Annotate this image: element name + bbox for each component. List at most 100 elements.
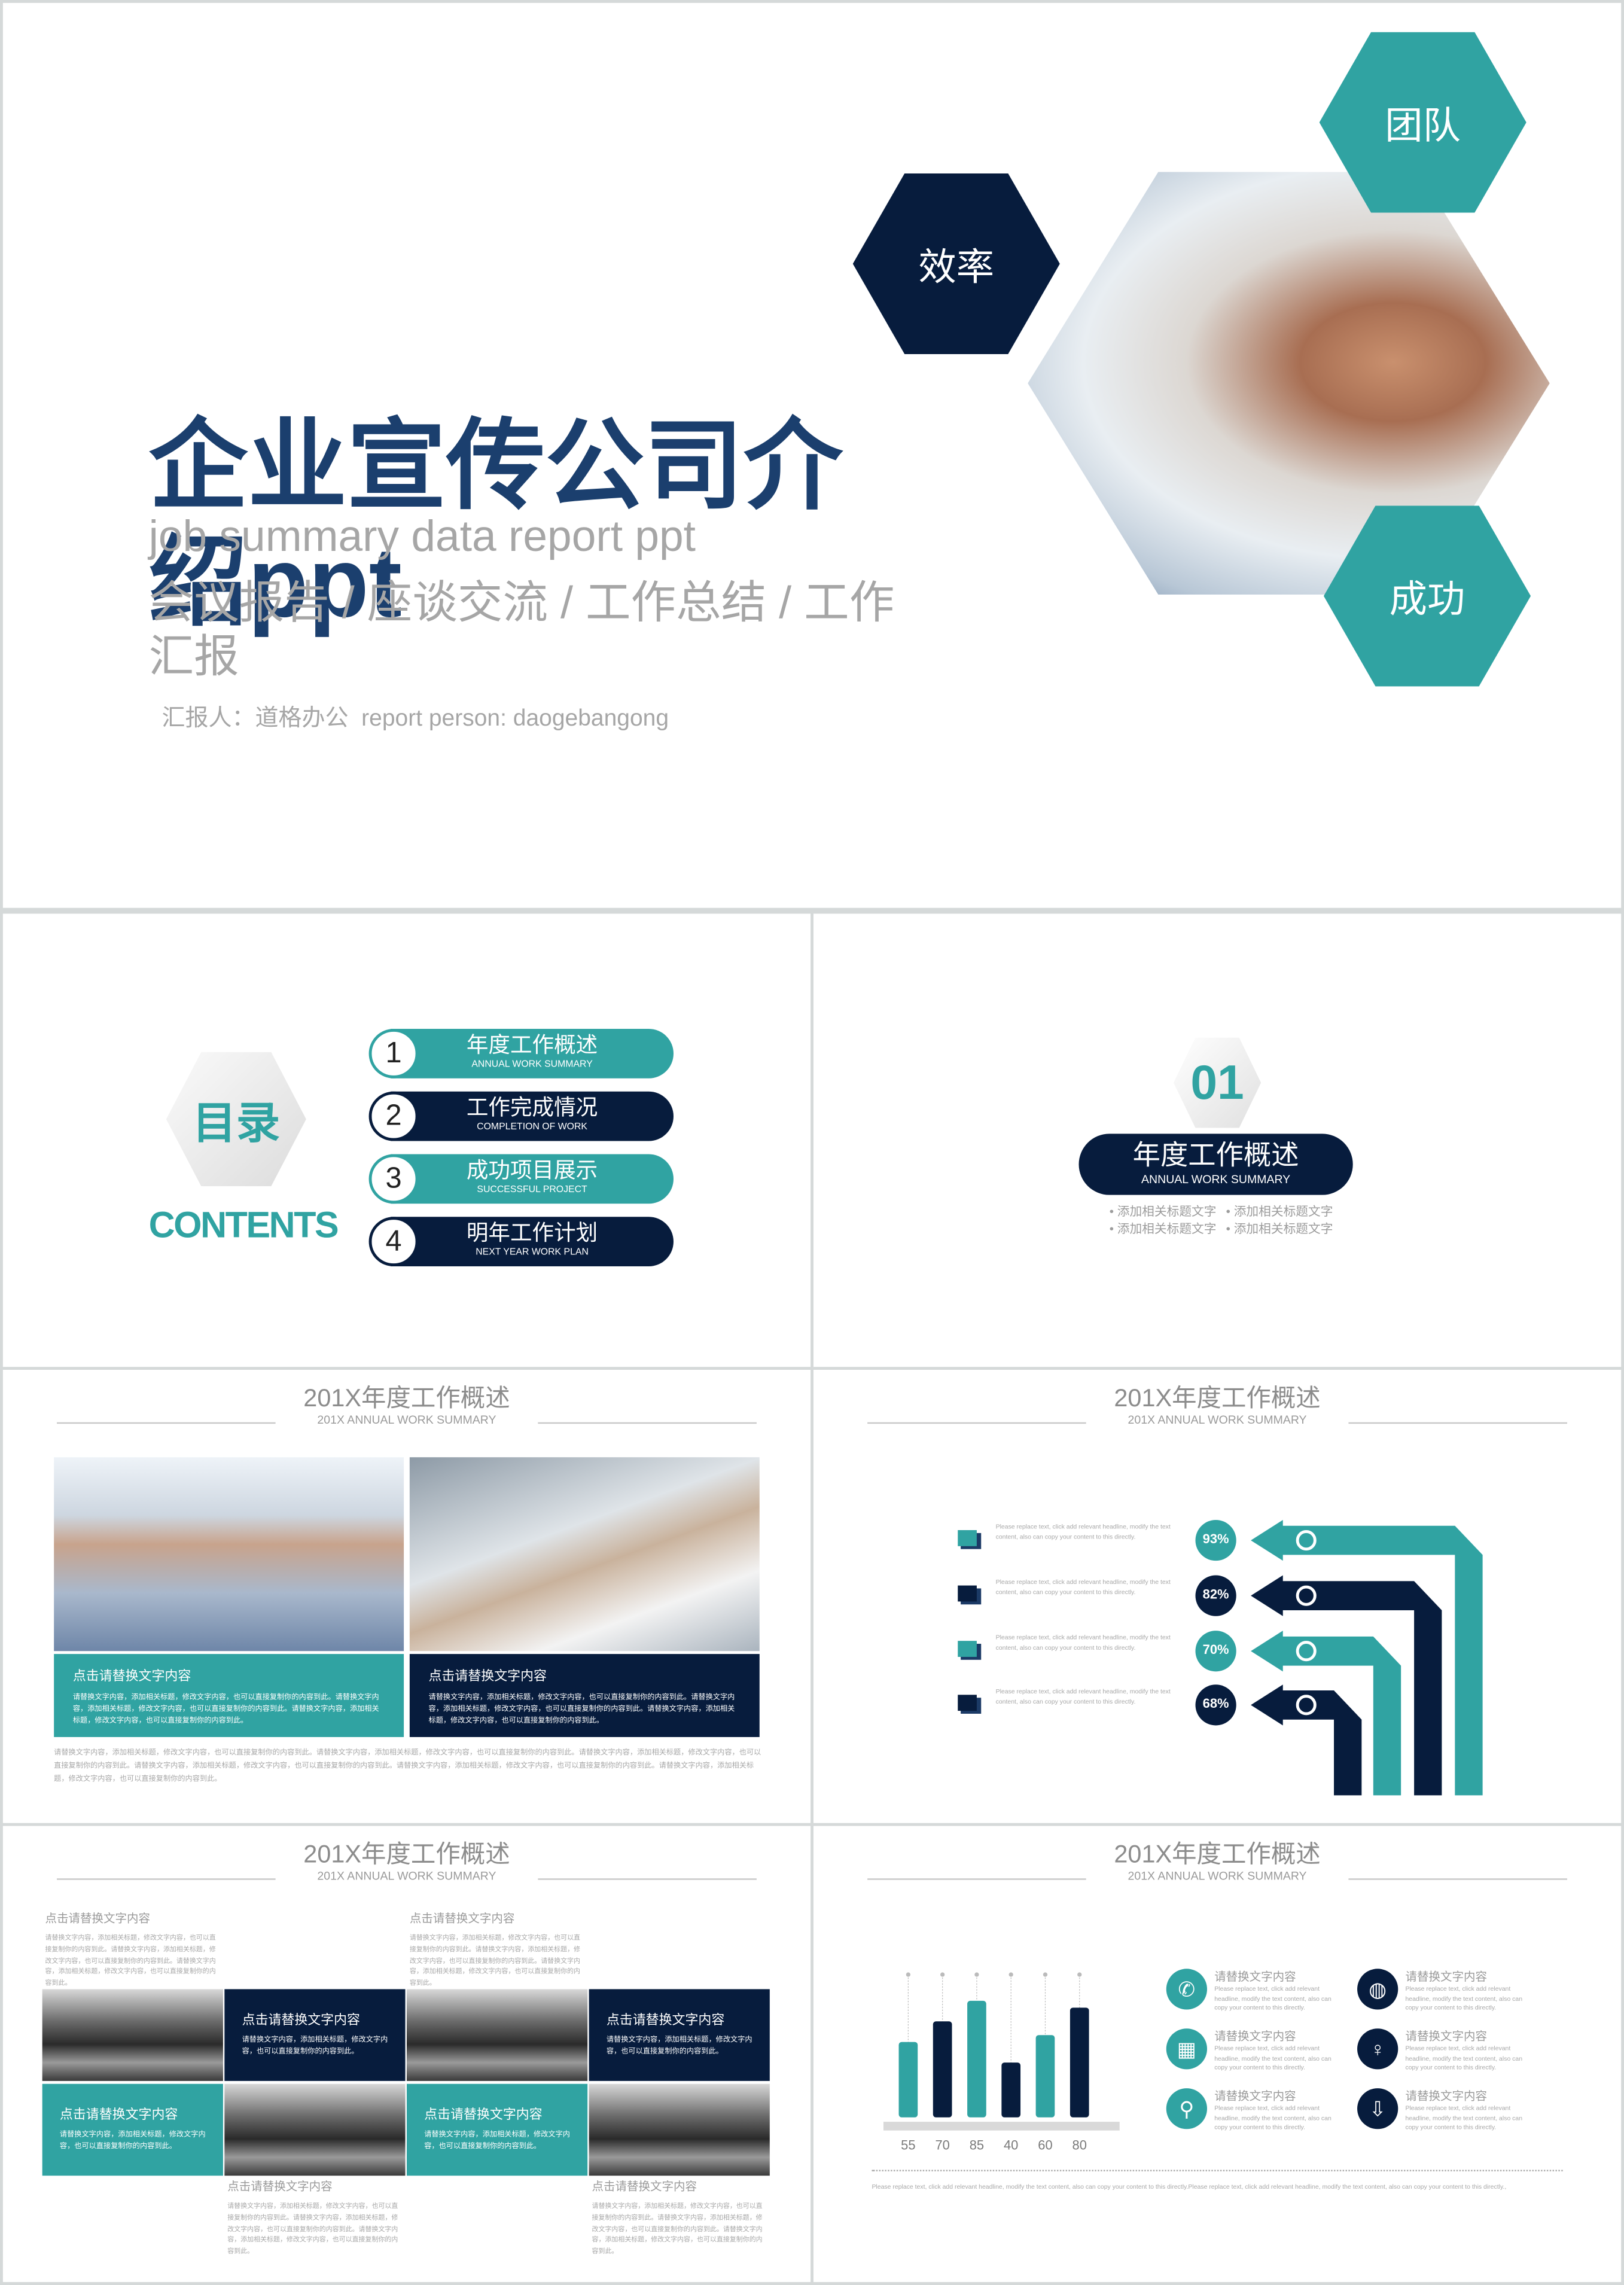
chart-slide[interactable]: 201X年度工作概述 201X ANNUAL WORK SUMMARY 55 70… [813,1826,1622,2283]
text-block: 点击请替换文字内容请替换文字内容，添加相关标题，修改文字内容，也可以直接复制你的… [227,2179,400,2257]
feature-title: 请替换文字内容 [1405,2089,1487,2103]
bar-guide-dot [1077,1972,1082,1977]
text-cell-body: 请替换文字内容，添加相关标题，修改文字内容，也可以直接复制你的内容到此。 [606,2036,752,2056]
feature-title: 请替换文字内容 [1405,2030,1487,2043]
city-night-photo [406,1989,588,2081]
engineer-handshake-photo [409,1457,760,1652]
contents-item-en: COMPLETION OF WORK [477,1122,588,1132]
marker-square [958,1641,977,1657]
divider [57,1422,276,1424]
text-block-body: 请替换文字内容，添加相关标题，修改文字内容，也可以直接复制你的内容到此。请替换文… [227,2202,398,2255]
percent-label: 93% [1202,1531,1229,1546]
text-block-body: 请替换文字内容，添加相关标题，修改文字内容，也可以直接复制你的内容到此。请替换文… [592,2202,763,2255]
chart-slide-footer: Please replace text, click add relevant … [872,2183,1507,2190]
bar-guide-dot [974,1972,979,1977]
contents-item-en: NEXT YEAR WORK PLAN [476,1247,589,1258]
city-night-photo [42,1989,223,2081]
section-title-pill[interactable]: 年度工作概述 ANNUAL WORK SUMMARY [1078,1134,1353,1195]
bar-label: 60 [1038,2137,1052,2152]
divider [867,1878,1086,1880]
bar-label: 55 [901,2137,915,2152]
bar-label: 70 [935,2137,949,2152]
section-number: 01 [1190,1055,1244,1109]
contents-item-3[interactable]: 成功项目展示 SUCCESSFUL PROJECT [391,1154,674,1204]
contents-item-4[interactable]: 明年工作计划 NEXT YEAR WORK PLAN [391,1217,674,1267]
slide-header: 201X年度工作概述 201X ANNUAL WORK SUMMARY [813,1841,1621,1884]
feature-text: Please replace text, click add relevant … [1405,2044,1523,2071]
contents-slide[interactable]: 目录 CONTENTS 年度工作概述 ANNUAL WORK SUMMARY 1 工作… [2,913,811,1367]
marker-square [958,1585,977,1602]
bullet-item: • 添加相关标题文字 [1109,1204,1217,1218]
section-bullets: • 添加相关标题文字 • 添加相关标题文字 • 添加相关标题文字 • 添加相关标… [1110,1202,1343,1237]
bar-label: 40 [1004,2137,1018,2152]
text-block: 点击请替换文字内容请替换文字内容，添加相关标题，修改文字内容，也可以直接复制你的… [410,1911,582,1990]
contents-item-2[interactable]: 工作完成情况 COMPLETION OF WORK [391,1091,674,1141]
contents-item-1[interactable]: 年度工作概述 ANNUAL WORK SUMMARY [391,1028,674,1078]
text-cell-body: 请替换文字内容，添加相关标题，修改文字内容，也可以直接复制你的内容到此。 [424,2130,570,2151]
calendar-icon: ▦ [1166,2028,1208,2070]
bar [1070,2007,1089,2118]
photo-slide[interactable]: 201X年度工作概述 201X ANNUAL WORK SUMMARY 点击请替… [2,1370,811,1823]
city-night-photo [224,2083,406,2176]
text-cell: 点击请替换文字内容请替换文字内容，添加相关标题，修改文字内容，也可以直接复制你的… [406,2083,588,2176]
cover-subtitle-en: job summary data report ppt [148,513,696,561]
photo-slide-footer: 请替换文字内容，添加相关标题，修改文字内容，也可以直接复制你的内容到此。请替换文… [54,1748,761,1784]
slide-title: 201X年度工作概述 [1114,1840,1321,1869]
bar-chart: 55 70 85 40 60 80 [883,1972,1120,2152]
contents-item-number: 4 [368,1217,419,1267]
bar-label: 80 [1072,2137,1087,2152]
text-cell: 点击请替换文字内容请替换文字内容，添加相关标题，修改文字内容，也可以直接复制你的… [589,1989,770,2081]
bar [967,2000,986,2118]
text-cell-title: 点击请替换文字内容 [242,2012,361,2027]
divider [57,1878,276,1880]
slide-subtitle: 201X ANNUAL WORK SUMMARY [317,1869,496,1883]
phone-icon: ✆ [1166,1969,1208,2010]
contents-item-en: SUCCESSFUL PROJECT [477,1184,587,1195]
bar [1035,2035,1055,2118]
text-box-title: 点击请替换文字内容 [72,1668,191,1683]
text-box: 点击请替换文字内容请替换文字内容，添加相关标题，修改文字内容，也可以直接复制你的… [54,1654,404,1737]
text-box: 点击请替换文字内容 请替换文字内容，添加相关标题，修改文字内容，也可以直接复制你的… [409,1654,760,1737]
feature-title: 请替换文字内容 [1214,2030,1296,2043]
grid-slide[interactable]: 201X年度工作概述 201X ANNUAL WORK SUMMARY 点击请替… [2,1826,811,2283]
city-night-photo [589,2083,770,2176]
dotted-divider [872,2170,1563,2171]
feature-text: Please replace text, click add relevant … [1214,2044,1332,2071]
text-block-title: 点击请替换文字内容 [409,1912,515,1926]
feature-title: 请替换文字内容 [1214,1970,1296,1984]
arrow-item-text: Please replace text, click add relevant … [995,1687,1171,1705]
text-block: 点击请替换文字内容 请替换文字内容，添加相关标题，修改文字内容，也可以直接复制你的… [45,1911,218,1990]
arrows-slide[interactable]: 201X年度工作概述 201X ANNUAL WORK SUMMARY 93% P… [813,1370,1622,1823]
slide-title: 201X年度工作概述 [303,1384,510,1412]
feature-text: Please replace text, click add relevant … [1405,1985,1523,2011]
bar [1001,2062,1021,2118]
contents-item-en: ANNUAL WORK SUMMARY [471,1059,593,1070]
cover-reporter: 汇报人：道格办公 report person: daogebangong [162,706,669,732]
text-cell: 点击请替换文字内容请替换文字内容，添加相关标题，修改文字内容，也可以直接复制你的… [224,1989,406,2081]
lightbulb-icon: ♀ [1357,2028,1398,2070]
contents-title-cn: 目录 [192,1100,280,1148]
contents-title-en: CONTENTS [148,1205,339,1246]
divider [538,1422,757,1424]
text-box-body: 请替换文字内容，添加相关标题，修改文字内容，也可以直接复制你的内容到此。请替换文… [428,1693,735,1726]
contents-hexagon: 目录 [166,1052,306,1187]
text-box-body: 请替换文字内容，添加相关标题，修改文字内容，也可以直接复制你的内容到此。请替换文… [72,1693,379,1726]
slide-title: 201X年度工作概述 [303,1840,510,1869]
cover-slide[interactable]: 效率 团队 成功 企业宣传公司介绍ppt job summary data re… [2,2,1622,908]
contents-item-cn: 工作完成情况 [466,1096,598,1121]
text-block-title: 点击请替换文字内容 [45,1912,151,1926]
cover-subtitle-cn: 会议报告 / 座谈交流 / 工作总结 / 工作汇报 [148,577,895,683]
section-title-cn: 年度工作概述 [1132,1141,1299,1172]
hexagon-label: 效率 [918,244,995,288]
text-block-body: 请替换文字内容，添加相关标题，修改文字内容，也可以直接复制你的内容到此。请替换文… [409,1933,581,1987]
percent-label: 70% [1202,1642,1229,1657]
bar-guide-dot [940,1972,945,1977]
text-block-title: 点击请替换文字内容 [227,2180,333,2193]
section-slide[interactable]: 01 年度工作概述 ANNUAL WORK SUMMARY • 添加相关标题文字… [813,913,1622,1367]
text-cell-body: 请替换文字内容，添加相关标题，修改文字内容，也可以直接复制你的内容到此。 [242,2036,388,2056]
text-cell-title: 点击请替换文字内容 [606,2012,725,2027]
hexagon-label: 成功 [1389,576,1465,620]
text-cell-title: 点击请替换文字内容 [424,2107,543,2122]
team-thumbs-up-photo [54,1457,404,1652]
percent-label: 68% [1202,1696,1229,1711]
